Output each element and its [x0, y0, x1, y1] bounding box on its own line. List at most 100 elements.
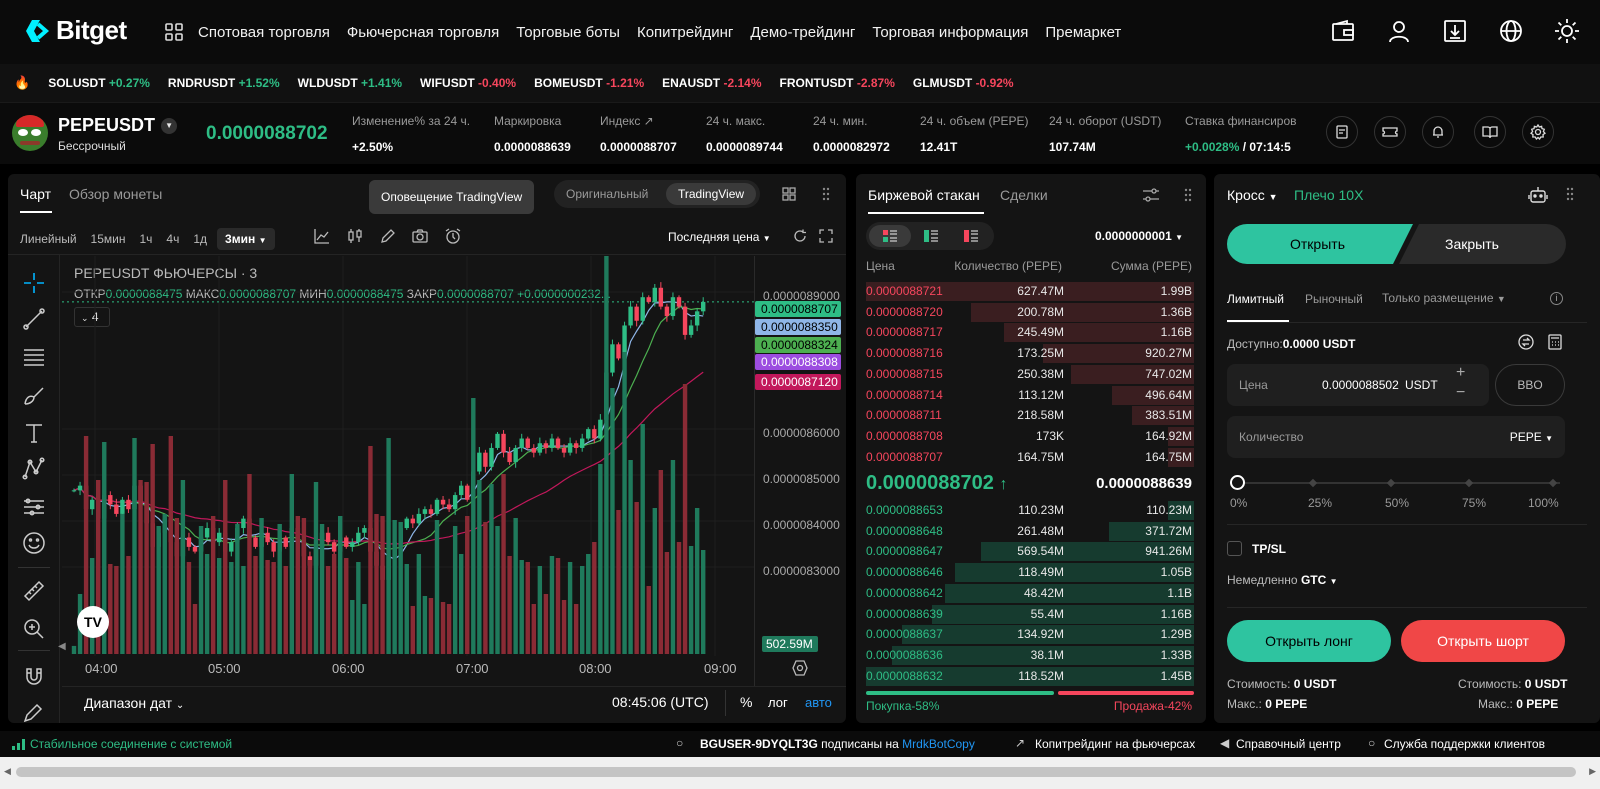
nav-premarket[interactable]: Премаркет	[1045, 24, 1121, 41]
info-icon[interactable]: i	[1550, 292, 1563, 305]
camera-icon[interactable]	[412, 228, 428, 244]
collapse-left-icon[interactable]: ◀	[58, 641, 66, 652]
interval-line[interactable]: Линейный	[20, 232, 77, 246]
ask-row[interactable]: 0.0000088715 250.38M 747.02M	[856, 364, 1206, 384]
scale-percent[interactable]: %	[740, 694, 752, 710]
prediction-icon[interactable]	[22, 495, 46, 519]
crosshair-icon[interactable]	[22, 271, 46, 295]
date-range-button[interactable]: Диапазон дат ⌄	[84, 695, 184, 711]
ticker-item[interactable]: WIFUSDT -0.40%	[420, 76, 516, 90]
ticker-item[interactable]: BOMEUSDT -1.21%	[534, 76, 644, 90]
alarm-clock-icon[interactable]	[445, 228, 461, 244]
alert-button[interactable]	[1422, 116, 1454, 148]
text-icon[interactable]	[22, 421, 46, 445]
book-last-price[interactable]: 0.0000088702 ↑	[866, 472, 1007, 495]
open-long-button[interactable]: Открыть лонг	[1227, 620, 1391, 662]
pattern-icon[interactable]	[22, 457, 46, 481]
interval-4h[interactable]: 4ч	[166, 232, 179, 246]
ticker-item[interactable]: WLDUSDT +1.41%	[298, 76, 402, 90]
wallet-icon[interactable]	[1330, 18, 1356, 44]
bbo-button[interactable]: BBO	[1495, 364, 1565, 406]
fullscreen-icon[interactable]	[819, 229, 833, 243]
bid-row[interactable]: 0.0000088636 38.1M 1.33B	[856, 645, 1206, 665]
candlestick-chart[interactable]	[62, 256, 846, 686]
tpsl-checkbox[interactable]	[1227, 541, 1242, 556]
nav-copytrading[interactable]: Копитрейдинг	[637, 24, 733, 41]
ruler-icon[interactable]	[22, 579, 46, 603]
scale-auto[interactable]: авто	[805, 695, 832, 710]
type-limit[interactable]: Лимитный	[1227, 292, 1284, 306]
drag-handle-icon[interactable]	[1566, 187, 1574, 201]
tab-coin-overview[interactable]: Обзор монеты	[69, 186, 162, 202]
quantity-unit-dropdown[interactable]: PEPE ▼	[1510, 430, 1553, 444]
pencil-icon[interactable]	[380, 228, 396, 244]
layout-grid-icon[interactable]	[782, 187, 796, 201]
download-icon[interactable]	[1442, 18, 1468, 44]
brush-icon[interactable]	[22, 383, 46, 407]
close-tab-button[interactable]: Закрыть	[1445, 236, 1499, 252]
apps-grid-icon[interactable]	[164, 22, 184, 42]
ticker-item[interactable]: ENAUSDT -2.14%	[662, 76, 761, 90]
tab-order-book[interactable]: Биржевой стакан	[868, 187, 980, 203]
tab-chart[interactable]: Чарт	[20, 186, 51, 202]
precision-dropdown[interactable]: 0.0000000001 ▼	[1095, 229, 1183, 243]
ask-row[interactable]: 0.0000088720 200.78M 1.36B	[856, 302, 1206, 322]
chart-settings-icon[interactable]	[792, 660, 808, 676]
bid-row[interactable]: 0.0000088648 261.48M 371.72M	[856, 521, 1206, 541]
globe-icon[interactable]	[1498, 18, 1524, 44]
ask-row[interactable]: 0.0000088708 173K 164.92M	[856, 426, 1206, 446]
candle-type-icon[interactable]	[347, 228, 363, 244]
stat-index[interactable]: Индекс ↗ 0.0000088707	[600, 114, 677, 154]
robot-icon[interactable]	[1528, 186, 1548, 204]
nav-trading-info[interactable]: Торговая информация	[872, 24, 1028, 41]
magnet-icon[interactable]	[22, 665, 46, 689]
ask-row[interactable]: 0.0000088721 627.47M 1.99B	[856, 281, 1206, 301]
stat-mark[interactable]: Маркировка 0.0000088639	[494, 114, 571, 154]
time-in-force-dropdown[interactable]: Немедленно GTC ▼	[1227, 573, 1338, 587]
transfer-icon[interactable]	[1518, 334, 1534, 350]
open-tab-button[interactable]: Открыть	[1290, 236, 1345, 252]
interval-1d[interactable]: 1д	[193, 232, 207, 246]
refresh-icon[interactable]	[793, 229, 807, 243]
bid-row[interactable]: 0.0000088637 134.92M 1.29B	[856, 624, 1206, 645]
quantity-input[interactable]: Количество PEPE ▼	[1227, 416, 1565, 458]
user-icon[interactable]	[1386, 18, 1412, 44]
bid-row[interactable]: 0.0000088646 118.49M 1.05B	[856, 562, 1206, 583]
scroll-right-icon[interactable]: ▶	[1589, 766, 1596, 777]
slider-handle[interactable]	[1230, 475, 1245, 490]
symbol-selector[interactable]: PEPEUSDT ▼	[58, 115, 178, 136]
ask-row[interactable]: 0.0000088707 164.75M 164.75M	[856, 447, 1206, 467]
nav-futures[interactable]: Фьючерсная торговля	[347, 24, 499, 41]
sliders-icon[interactable]	[1142, 187, 1160, 203]
margin-mode-dropdown[interactable]: Кросс ▼	[1227, 187, 1278, 203]
nav-spot[interactable]: Спотовая торговля	[198, 24, 330, 41]
ticker-item[interactable]: SOLUSDT +0.27%	[48, 76, 150, 90]
guide-button[interactable]	[1474, 116, 1506, 148]
ticker-item[interactable]: FRONTUSDT -2.87%	[780, 76, 895, 90]
coupon-button[interactable]	[1374, 116, 1406, 148]
sun-icon[interactable]	[1554, 18, 1580, 44]
calculator-icon[interactable]	[1548, 334, 1562, 350]
plus-icon[interactable]: +	[1456, 364, 1465, 382]
book-asks-icon[interactable]	[964, 230, 978, 242]
scale-log[interactable]: лог	[768, 695, 788, 710]
bid-row[interactable]: 0.0000088642 48.42M 1.1B	[856, 583, 1206, 603]
emoji-icon[interactable]	[22, 531, 46, 555]
bid-row[interactable]: 0.0000088639 55.4M 1.16B	[856, 604, 1206, 624]
price-input[interactable]: Цена 0.0000088502 USDT + −	[1227, 364, 1489, 406]
ticker-item[interactable]: RNDRUSDT +1.52%	[168, 76, 280, 90]
interval-3m-dropdown[interactable]: 3мин ▼	[217, 228, 275, 250]
book-bids-icon[interactable]	[924, 230, 938, 242]
ticker-item[interactable]: GLMUSDT -0.92%	[913, 76, 1014, 90]
drag-handle-icon[interactable]	[1184, 188, 1192, 202]
leverage-button[interactable]: Плечо 10X	[1294, 187, 1363, 203]
open-short-button[interactable]: Открыть шорт	[1401, 620, 1565, 662]
view-tradingview[interactable]: TradingView	[666, 183, 757, 205]
copy-notice[interactable]: BGUSER-9DYQLT3G подписаны на MrdkBotCopy	[700, 737, 975, 751]
view-both-button[interactable]	[869, 225, 911, 247]
bid-row[interactable]: 0.0000088653 110.23M 110.23M	[856, 500, 1206, 520]
lock-pencil-icon[interactable]	[22, 701, 46, 723]
ask-row[interactable]: 0.0000088711 218.58M 383.51M	[856, 405, 1206, 426]
price-type-dropdown[interactable]: Последняя цена ▼	[668, 230, 771, 244]
ask-row[interactable]: 0.0000088716 173.25M 920.27M	[856, 343, 1206, 364]
